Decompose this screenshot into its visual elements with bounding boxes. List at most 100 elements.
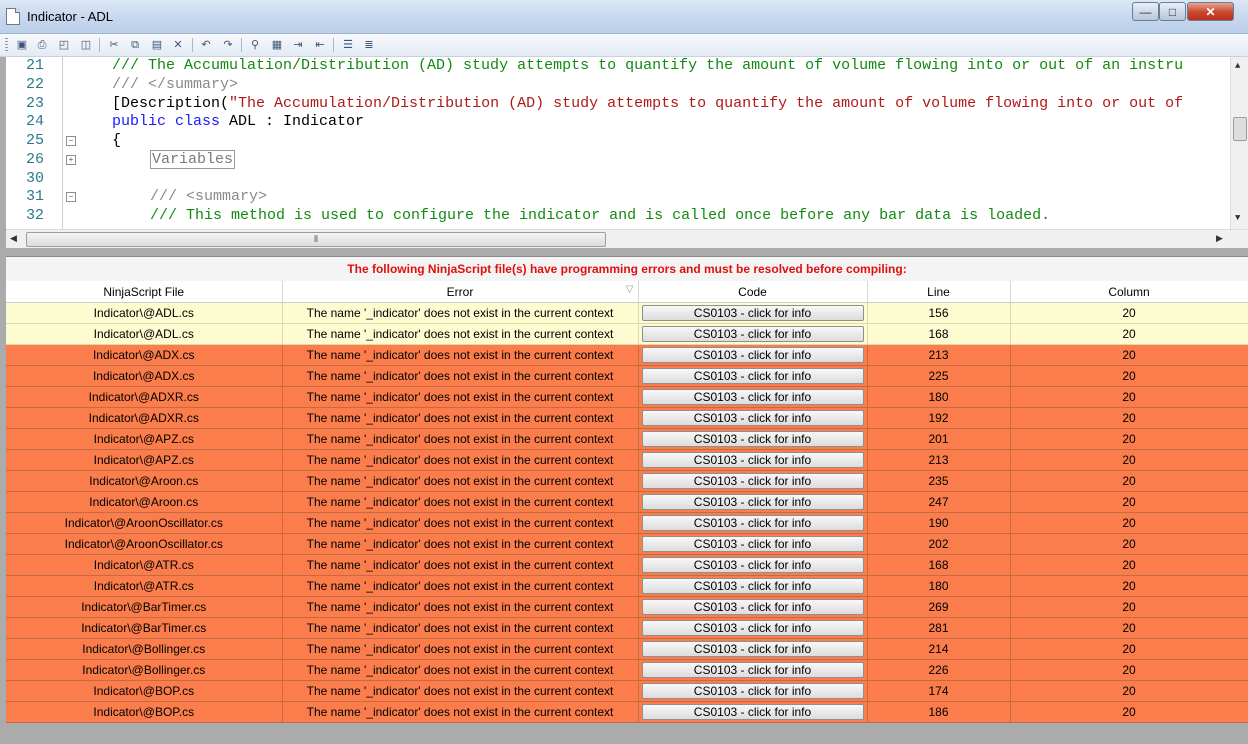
error-row[interactable]: Indicator\@Bollinger.cs The name '_indica… (6, 638, 1248, 660)
column-header-error[interactable]: Error ▽ (282, 281, 639, 303)
error-code-button[interactable]: CS0103 - click for info (641, 452, 864, 468)
column-header-file[interactable]: NinjaScript File (6, 281, 283, 303)
error-row[interactable]: Indicator\@ATR.cs The name '_indicator' d… (6, 575, 1248, 597)
error-row[interactable]: Indicator\@BarTimer.cs The name '_indicat… (6, 617, 1248, 639)
code-line[interactable]: 25 − { (6, 132, 1248, 151)
error-row[interactable]: Indicator\@APZ.cs The name '_indicator' d… (6, 449, 1248, 471)
horizontal-scrollbar[interactable]: ◀ ⦀ ▶ (6, 229, 1248, 248)
error-row[interactable]: Indicator\@Bollinger.cs The name '_indica… (6, 659, 1248, 681)
scroll-down-icon[interactable]: ▼ (1235, 213, 1240, 223)
collapse-region-icon[interactable]: − (66, 192, 76, 203)
error-code-button[interactable]: CS0103 - click for info (641, 578, 864, 594)
error-row[interactable]: Indicator\@ADX.cs The name '_indicator' d… (6, 365, 1248, 387)
error-row[interactable]: Indicator\@Aroon.cs The name '_indicator'… (6, 491, 1248, 513)
error-row[interactable]: Indicator\@BOP.cs The name '_indicator' d… (6, 680, 1248, 702)
print-icon[interactable]: ⎙ (34, 37, 50, 53)
error-code-button[interactable]: CS0103 - click for info (641, 683, 864, 699)
error-code-button[interactable]: CS0103 - click for info (641, 347, 864, 363)
error-code-button[interactable]: CS0103 - click for info (641, 536, 864, 552)
expand-region-icon[interactable]: + (66, 154, 76, 165)
code-editor[interactable]: 21 /// The Accumulation/Distribution (AD)… (6, 57, 1248, 229)
code-token: /// The Accumulation/Distribution (AD) s… (112, 57, 1184, 74)
error-code-button[interactable]: CS0103 - click for info (641, 704, 864, 720)
error-code-button[interactable]: CS0103 - click for info (641, 326, 864, 342)
copy-icon[interactable]: ⧉ (127, 37, 143, 53)
error-code-button[interactable]: CS0103 - click for info (641, 494, 864, 510)
error-row[interactable]: Indicator\@ADXR.cs The name '_indicator' … (6, 386, 1248, 408)
error-code-button[interactable]: CS0103 - click for info (641, 431, 864, 447)
error-code-button[interactable]: CS0103 - click for info (641, 557, 864, 573)
error-code-button[interactable]: CS0103 - click for info (641, 599, 864, 615)
code-line[interactable]: 32 /// This method is used to configure t… (6, 207, 1248, 226)
column-header-line[interactable]: Line (867, 281, 1011, 303)
find-replace-icon[interactable]: ▦ (269, 37, 285, 53)
error-message-cell: The name '_indicator' does not exist in … (282, 344, 639, 366)
error-row[interactable]: Indicator\@ADXR.cs The name '_indicator' … (6, 407, 1248, 429)
indent-icon[interactable]: ⇥ (290, 37, 306, 53)
code-line[interactable]: 31 − /// <summary> (6, 188, 1248, 207)
print-preview-icon[interactable]: ◰ (56, 37, 72, 53)
error-code-button[interactable]: CS0103 - click for info (641, 662, 864, 678)
close-button[interactable]: ✕ (1187, 2, 1234, 21)
cut-icon[interactable]: ✂ (106, 37, 122, 53)
collapsed-region[interactable]: Variables (150, 149, 236, 169)
error-message-cell: The name '_indicator' does not exist in … (282, 617, 639, 639)
code-line[interactable]: 22 /// </summary> (6, 76, 1248, 95)
error-code-button[interactable]: CS0103 - click for info (641, 410, 864, 426)
vertical-scroll-thumb[interactable] (1233, 117, 1247, 141)
code-text: /// <summary> (150, 188, 267, 205)
error-code-button[interactable]: CS0103 - click for info (641, 620, 864, 636)
redo-icon[interactable]: ↷ (220, 37, 236, 53)
code-line[interactable]: 21 /// The Accumulation/Distribution (AD)… (6, 57, 1248, 76)
comment-icon[interactable]: ☰ (340, 37, 356, 53)
vertical-scrollbar[interactable]: ▲ ▼ (1230, 57, 1248, 229)
error-row[interactable]: Indicator\@ADL.cs The name '_indicator' d… (6, 302, 1248, 324)
code-line[interactable]: 26 + Variables (6, 149, 1248, 170)
page-setup-icon[interactable]: ◫ (78, 37, 94, 53)
outdent-icon[interactable]: ⇤ (312, 37, 328, 53)
error-message-cell: The name '_indicator' does not exist in … (282, 512, 639, 534)
code-line[interactable]: 30 (6, 170, 1248, 189)
delete-icon[interactable]: ✕ (170, 37, 186, 53)
code-line[interactable]: 23 [Description("The Accumulation/Distrib… (6, 95, 1248, 114)
error-row[interactable]: Indicator\@APZ.cs The name '_indicator' d… (6, 428, 1248, 450)
error-row[interactable]: Indicator\@Aroon.cs The name '_indicator'… (6, 470, 1248, 492)
column-header-code[interactable]: Code (638, 281, 868, 303)
error-code-button[interactable]: CS0103 - click for info (641, 473, 864, 489)
error-column-cell: 20 (1010, 365, 1248, 387)
scroll-left-icon[interactable]: ◀ (10, 233, 17, 244)
paste-icon[interactable]: ▤ (149, 37, 165, 53)
error-code-button[interactable]: CS0103 - click for info (641, 641, 864, 657)
error-column-cell: 20 (1010, 491, 1248, 513)
save-icon[interactable]: ▣ (14, 37, 30, 53)
error-file-cell: Indicator\@ATR.cs (6, 575, 283, 597)
error-row[interactable]: Indicator\@BOP.cs The name '_indicator' d… (6, 701, 1248, 723)
uncomment-icon[interactable]: ≣ (361, 37, 377, 53)
error-code-cell: CS0103 - click for info (638, 638, 868, 660)
error-row[interactable]: Indicator\@AroonOscillator.cs The name '_… (6, 533, 1248, 555)
error-code-button[interactable]: CS0103 - click for info (641, 368, 864, 384)
error-code-button[interactable]: CS0103 - click for info (641, 515, 864, 531)
maximize-button[interactable]: □ (1159, 2, 1186, 21)
scroll-up-icon[interactable]: ▲ (1235, 61, 1240, 71)
error-row[interactable]: Indicator\@ATR.cs The name '_indicator' d… (6, 554, 1248, 576)
error-file-cell: Indicator\@ADXR.cs (6, 407, 283, 429)
find-icon[interactable]: ⚲ (247, 37, 263, 53)
code-line[interactable]: 24 public class ADL : Indicator (6, 113, 1248, 132)
error-column-cell: 20 (1010, 428, 1248, 450)
scroll-right-icon[interactable]: ▶ (1216, 233, 1223, 244)
error-column-cell: 20 (1010, 575, 1248, 597)
error-code-button[interactable]: CS0103 - click for info (641, 389, 864, 405)
horizontal-scroll-thumb[interactable]: ⦀ (26, 232, 606, 247)
error-row[interactable]: Indicator\@AroonOscillator.cs The name '_… (6, 512, 1248, 534)
minimize-button[interactable]: — (1132, 2, 1159, 21)
undo-icon[interactable]: ↶ (198, 37, 214, 53)
error-row[interactable]: Indicator\@BarTimer.cs The name '_indicat… (6, 596, 1248, 618)
error-code-button[interactable]: CS0103 - click for info (641, 305, 864, 321)
error-message-cell: The name '_indicator' does not exist in … (282, 323, 639, 345)
code-token: /// This method is used to configure the… (150, 207, 1051, 224)
column-header-column[interactable]: Column (1010, 281, 1248, 303)
error-row[interactable]: Indicator\@ADL.cs The name '_indicator' d… (6, 323, 1248, 345)
error-row[interactable]: Indicator\@ADX.cs The name '_indicator' d… (6, 344, 1248, 366)
collapse-region-icon[interactable]: − (66, 136, 76, 146)
